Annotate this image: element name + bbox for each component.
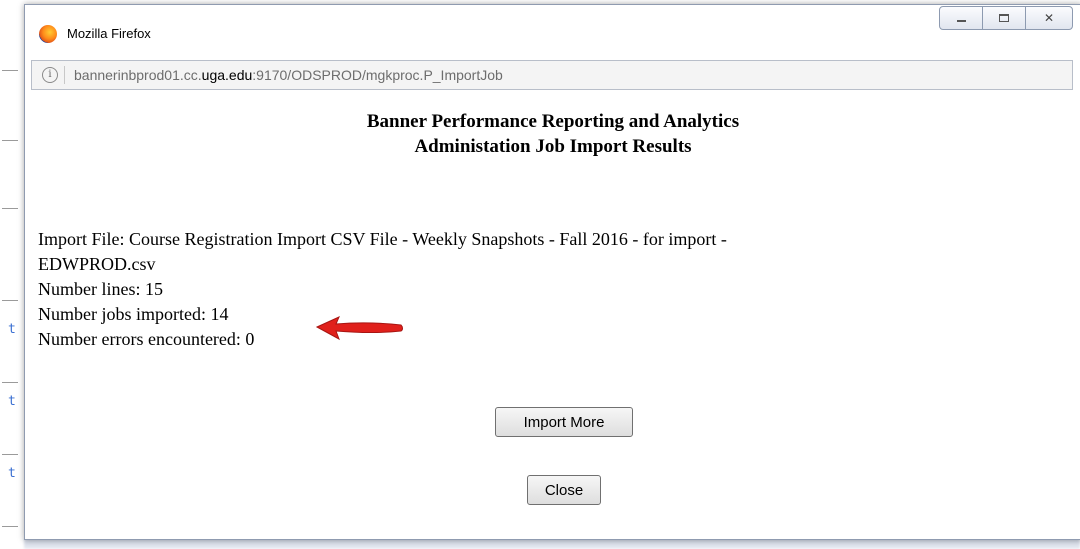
red-arrow-icon bbox=[315, 316, 403, 341]
address-bar[interactable]: i bannerinbprod01.cc.uga.edu:9170/ODSPRO… bbox=[31, 60, 1073, 90]
close-icon: ✕ bbox=[1043, 11, 1055, 25]
import-results: Import File: Course Registration Import … bbox=[38, 227, 1038, 352]
background-divider bbox=[2, 70, 18, 71]
address-separator bbox=[64, 66, 65, 84]
window-controls: ✕ bbox=[939, 6, 1073, 30]
background-divider bbox=[2, 300, 18, 301]
background-divider bbox=[2, 454, 18, 455]
firefox-icon bbox=[39, 25, 57, 43]
background-divider bbox=[2, 208, 18, 209]
url-host: uga.edu bbox=[201, 67, 253, 83]
import-file-line2: EDWPROD.csv bbox=[38, 254, 156, 274]
number-jobs-imported: Number jobs imported: 14 bbox=[38, 304, 229, 324]
import-more-button[interactable]: Import More bbox=[495, 407, 633, 437]
maximize-icon bbox=[999, 14, 1009, 22]
background-divider bbox=[2, 526, 18, 527]
window-title: Mozilla Firefox bbox=[67, 26, 151, 41]
page-content: Banner Performance Reporting and Analyti… bbox=[25, 91, 1080, 539]
close-button[interactable]: Close bbox=[527, 475, 601, 505]
background-link[interactable]: t bbox=[8, 394, 16, 409]
number-errors: Number errors encountered: 0 bbox=[38, 329, 255, 349]
number-lines: Number lines: 15 bbox=[38, 279, 163, 299]
page-title-line1: Banner Performance Reporting and Analyti… bbox=[366, 111, 740, 132]
page-title: Banner Performance Reporting and Analyti… bbox=[25, 109, 1080, 159]
maximize-button[interactable] bbox=[982, 6, 1026, 30]
background-link[interactable]: t bbox=[8, 322, 16, 337]
background-divider bbox=[2, 382, 18, 383]
minimize-icon bbox=[956, 20, 966, 22]
import-file-line1: Import File: Course Registration Import … bbox=[38, 229, 727, 249]
info-icon[interactable]: i bbox=[42, 67, 58, 83]
background-page: t t t bbox=[0, 0, 24, 549]
background-link[interactable]: t bbox=[8, 466, 16, 481]
close-window-button[interactable]: ✕ bbox=[1025, 6, 1073, 30]
url-text: bannerinbprod01.cc.uga.edu:9170/ODSPROD/… bbox=[74, 67, 503, 83]
page-title-line2: Administation Job Import Results bbox=[414, 136, 692, 157]
minimize-button[interactable] bbox=[939, 6, 983, 30]
background-divider bbox=[2, 140, 18, 141]
window-titlebar[interactable]: Mozilla Firefox ✕ bbox=[25, 5, 1080, 53]
url-suffix: :9170/ODSPROD/mgkproc.P_ImportJob bbox=[252, 67, 503, 83]
url-prefix: bannerinbprod01.cc. bbox=[74, 67, 202, 83]
firefox-popup-window: Mozilla Firefox ✕ i bannerinbprod01.cc.u… bbox=[24, 4, 1080, 540]
